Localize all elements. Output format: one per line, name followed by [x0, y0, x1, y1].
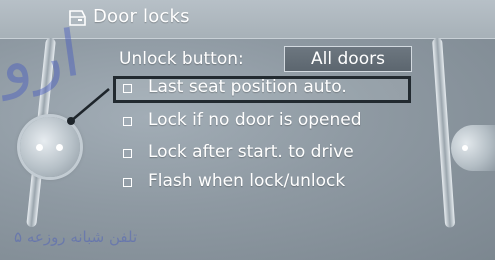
- page-title: Door locks: [93, 6, 190, 27]
- controller-knob-right: [451, 125, 495, 171]
- unlock-button-select[interactable]: All doors: [284, 46, 412, 72]
- watermark-logo: ﺍﺭﻭ: [0, 16, 85, 102]
- option-label: Lock after start. to drive: [148, 142, 354, 162]
- checkbox[interactable]: [123, 117, 132, 126]
- option-label: Last seat position auto.: [148, 77, 347, 97]
- option-label: Lock if no door is opened: [148, 110, 362, 130]
- right-rail-decoration: [432, 37, 456, 228]
- knob-dot: [36, 144, 43, 151]
- option-label: Flash when lock/unlock: [148, 171, 346, 191]
- knob-dot: [56, 144, 63, 151]
- checkbox[interactable]: [123, 178, 132, 187]
- checkbox[interactable]: [123, 84, 132, 93]
- idrive-screen: Door locks Unlock button: All doors Last…: [0, 0, 495, 260]
- option-flash-when-lock[interactable]: Flash when lock/unlock: [113, 170, 411, 197]
- unlock-button-label: Unlock button:: [119, 49, 244, 69]
- option-last-seat-position[interactable]: Last seat position auto.: [113, 76, 411, 103]
- option-lock-after-start[interactable]: Lock after start. to drive: [113, 141, 411, 168]
- checkbox[interactable]: [123, 149, 132, 158]
- knob-dot: [462, 145, 468, 151]
- watermark-phone: ﺗﻠﻔﻦ ﺷﺒﺎﻧﻪ ﺭﻭﺯﻋﻪ ۵: [14, 228, 138, 246]
- controller-knob-left: [20, 117, 80, 177]
- option-lock-if-no-door-opened[interactable]: Lock if no door is opened: [113, 109, 411, 136]
